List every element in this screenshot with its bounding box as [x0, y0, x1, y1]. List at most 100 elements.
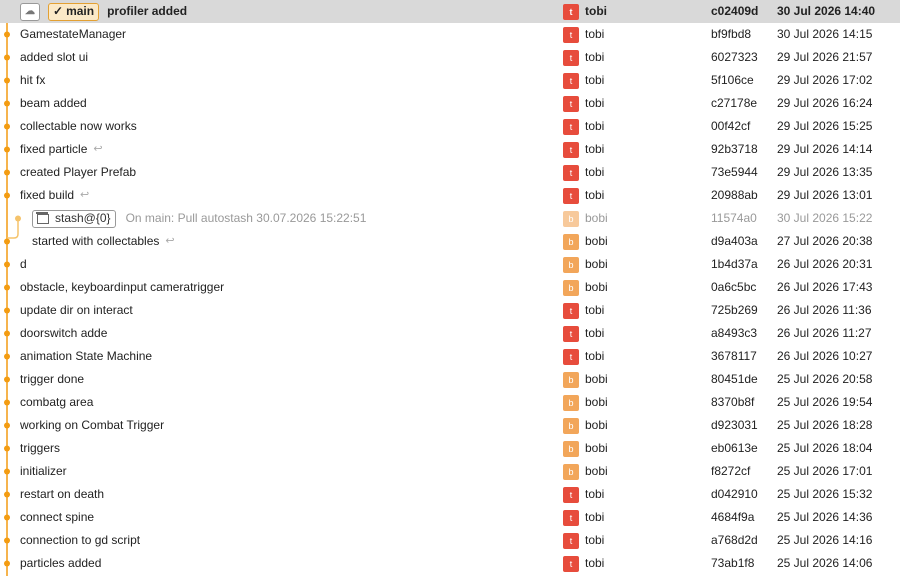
branch-tag-main[interactable]: ✓ main: [48, 2, 100, 21]
commit-message: beam added: [20, 96, 87, 110]
commit-hash: 3678117: [711, 349, 757, 363]
commit-row[interactable]: working on Combat Trigger b bobi d923031 25 …: [0, 414, 900, 437]
commit-row[interactable]: GamestateManager t tobi bf9fbd8 30 Jul 2026 …: [0, 23, 900, 46]
commit-hash: 11574a0: [711, 211, 757, 225]
commit-hash: bf9fbd8: [711, 27, 752, 41]
commit-message: profiler added: [107, 4, 188, 18]
commit-row[interactable]: hit fx t tobi 5f106ce 29 Jul 2026 17:02: [0, 69, 900, 92]
commit-row[interactable]: restart on death t tobi d042910 25 Jul 2026 …: [0, 483, 900, 506]
commit-hash: c02409d: [711, 4, 759, 18]
commit-row[interactable]: update dir on interact t tobi 725b269 26 Jul…: [0, 299, 900, 322]
commit-row[interactable]: triggers b bobi eb0613e 25 Jul 2026 18:04: [0, 437, 900, 460]
commit-row[interactable]: added slot ui t tobi 6027323 29 Jul 2026 21:…: [0, 46, 900, 69]
commit-message: hit fx: [20, 73, 46, 87]
commit-row[interactable]: trigger done b bobi 80451de 25 Jul 2026 20:5…: [0, 368, 900, 391]
commit-hash: 5f106ce: [711, 73, 754, 87]
commit-hash: 4684f9a: [711, 510, 755, 524]
commit-date: 27 Jul 2026 20:38: [777, 234, 873, 248]
commit-row[interactable]: d b bobi 1b4d37a 26 Jul 2026 20:31: [0, 253, 900, 276]
commit-row[interactable]: particles added t tobi 73ab1f8 25 Jul 2026 1…: [0, 552, 900, 575]
commit-row[interactable]: connection to gd script t tobi a768d2d 25 Ju…: [0, 529, 900, 552]
commit-date: 25 Jul 2026 14:06: [777, 556, 873, 570]
commit-hash: 725b269: [711, 303, 758, 317]
commit-date: 26 Jul 2026 11:27: [777, 326, 872, 340]
stash-tag[interactable]: stash@{0}: [32, 209, 116, 228]
commit-message: trigger done: [20, 372, 85, 386]
commit-message-cell: fixed build ↩: [20, 184, 89, 207]
stash-row[interactable]: stash@{0} On main: Pull autostash 30.07.2…: [0, 207, 900, 230]
commit-row[interactable]: beam added t tobi c27178e 29 Jul 2026 16:24: [0, 92, 900, 115]
commit-message-cell: hit fx: [20, 69, 45, 92]
commit-hash: f8272cf: [711, 464, 751, 478]
author-cell: b bobi: [563, 414, 608, 437]
author-name: tobi: [585, 50, 605, 64]
commit-row[interactable]: animation State Machine t tobi 3678117 26 Ju…: [0, 345, 900, 368]
commit-row[interactable]: initializer b bobi f8272cf 25 Jul 2026 17:01: [0, 460, 900, 483]
author-avatar: t: [563, 325, 579, 342]
commit-hash: 00f42cf: [711, 119, 751, 133]
commit-date: 30 Jul 2026 14:15: [777, 27, 873, 41]
commit-message-cell: restart on death: [20, 483, 104, 506]
merge-return-icon: ↩: [165, 235, 175, 247]
commit-row[interactable]: fixed particle ↩ t tobi 92b3718 29 Jul 2026 1…: [0, 138, 900, 161]
commit-row[interactable]: doorswitch adde t tobi a8493c3 26 Jul 2026 1…: [0, 322, 900, 345]
commit-hash: 20988ab: [711, 188, 758, 202]
commit-message-cell: connection to gd script: [20, 529, 140, 552]
author-cell: t tobi: [563, 506, 604, 529]
commit-row[interactable]: connect spine t tobi 4684f9a 25 Jul 2026 14:…: [0, 506, 900, 529]
author-avatar: b: [563, 256, 579, 273]
author-cell: b bobi: [563, 253, 608, 276]
commit-date: 29 Jul 2026 21:57: [777, 50, 873, 64]
author-name: tobi: [585, 349, 605, 363]
commit-message-cell: ☁ ✓ main profiler added: [20, 0, 187, 23]
author-cell: t tobi: [563, 46, 604, 69]
head-commit-row[interactable]: ☁ ✓ main profiler added t tobi c02409d 30 Jul 2…: [0, 0, 900, 23]
commit-hash: 8370b8f: [711, 395, 755, 409]
author-cell: b bobi: [563, 230, 608, 253]
commit-date: 29 Jul 2026 16:24: [777, 96, 873, 110]
commit-date: 25 Jul 2026 17:01: [777, 464, 873, 478]
commit-row[interactable]: fixed build ↩ t tobi 20988ab 29 Jul 2026 13:0…: [0, 184, 900, 207]
commit-row[interactable]: started with collectables ↩ b bobi d9a403a 27…: [0, 230, 900, 253]
author-avatar: t: [563, 509, 579, 526]
commit-message-cell: obstacle, keyboardinput cameratrigger: [20, 276, 224, 299]
commit-date: 29 Jul 2026 13:35: [777, 165, 873, 179]
commit-hash: 0a6c5bc: [711, 280, 757, 294]
author-avatar: t: [563, 164, 579, 181]
commit-message: working on Combat Trigger: [20, 418, 165, 432]
author-name: tobi: [585, 188, 605, 202]
commit-row[interactable]: combatg area b bobi 8370b8f 25 Jul 2026 19:5…: [0, 391, 900, 414]
author-name: tobi: [585, 27, 605, 41]
commit-message: added slot ui: [20, 50, 89, 64]
author-avatar: b: [563, 463, 579, 480]
author-cell: t tobi: [563, 552, 604, 575]
author-cell: t tobi: [563, 322, 604, 345]
commit-message-cell: doorswitch adde: [20, 322, 107, 345]
remote-cloud-icon[interactable]: ☁: [20, 2, 40, 21]
author-avatar: t: [563, 3, 579, 20]
commit-message: initializer: [20, 464, 67, 478]
commit-message: started with collectables: [32, 234, 160, 248]
commit-hash: a8493c3: [711, 326, 758, 340]
commit-date: 25 Jul 2026 18:04: [777, 441, 873, 455]
commit-message: d: [20, 257, 27, 271]
commit-row[interactable]: obstacle, keyboardinput cameratrigger b bo…: [0, 276, 900, 299]
commit-message-cell: beam added: [20, 92, 87, 115]
author-avatar: t: [563, 555, 579, 572]
commit-row[interactable]: created Player Prefab t tobi 73e5944 29 Jul …: [0, 161, 900, 184]
commit-row[interactable]: collectable now works t tobi 00f42cf 29 Jul …: [0, 115, 900, 138]
author-avatar: b: [563, 394, 579, 411]
author-name: bobi: [585, 372, 608, 386]
author-avatar: t: [563, 187, 579, 204]
author-avatar: t: [563, 118, 579, 135]
author-cell: b bobi: [563, 276, 608, 299]
author-avatar: b: [563, 417, 579, 434]
commit-hash: d923031: [711, 418, 758, 432]
author-cell: t tobi: [563, 69, 604, 92]
author-name: bobi: [585, 464, 608, 478]
stash-name: stash@{0}: [55, 211, 111, 225]
author-avatar: t: [563, 302, 579, 319]
author-cell: b bobi: [563, 460, 608, 483]
commit-message: doorswitch adde: [20, 326, 108, 340]
commit-message-cell: triggers: [20, 437, 60, 460]
